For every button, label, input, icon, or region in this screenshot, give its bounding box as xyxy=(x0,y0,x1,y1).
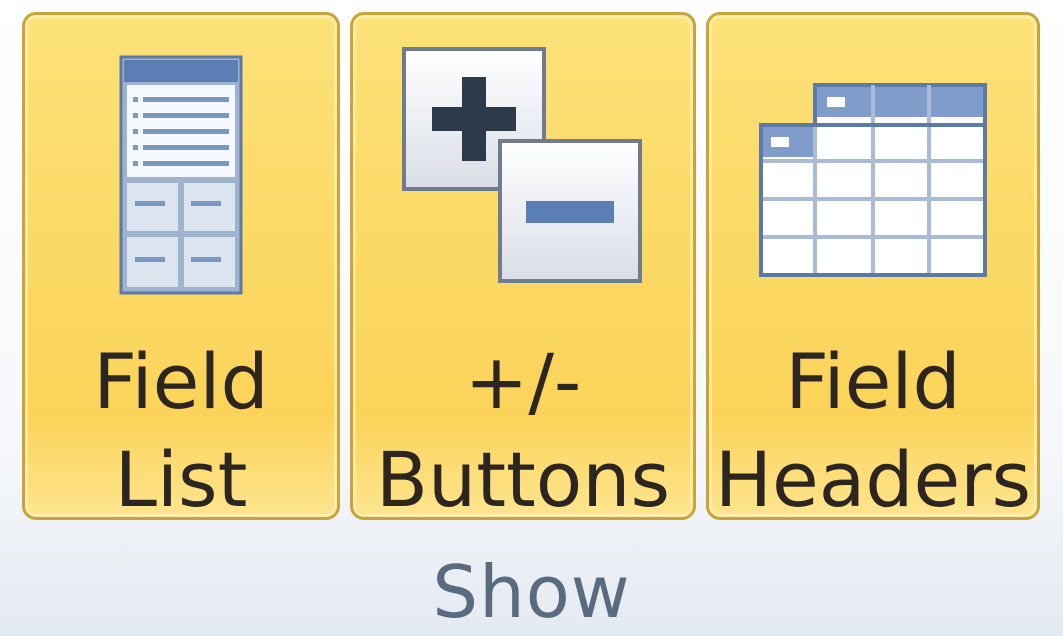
field-headers-icon xyxy=(709,33,1037,303)
ribbon-group-show: Field List +/- Buttons Field Headers Sho… xyxy=(0,0,1063,636)
field-headers-label-line1: Field xyxy=(785,337,961,426)
field-list-button[interactable]: Field List xyxy=(22,12,340,524)
plus-minus-buttons-icon xyxy=(353,33,693,303)
plus-minus-buttons-label-line1: +/- xyxy=(464,337,582,426)
field-list-icon xyxy=(25,33,337,303)
plus-minus-buttons-label-line2: Buttons xyxy=(375,435,671,524)
group-label-show: Show xyxy=(432,550,631,634)
plus-minus-buttons-button[interactable]: +/- Buttons xyxy=(350,12,696,524)
field-list-label: Field List xyxy=(25,333,337,529)
field-headers-button[interactable]: Field Headers xyxy=(706,12,1040,524)
field-list-label-line1: Field xyxy=(93,337,269,426)
field-headers-label: Field Headers xyxy=(709,333,1037,529)
field-list-label-line2: List xyxy=(114,435,248,524)
plus-minus-buttons-label: +/- Buttons xyxy=(353,333,693,529)
field-headers-label-line2: Headers xyxy=(714,435,1032,524)
